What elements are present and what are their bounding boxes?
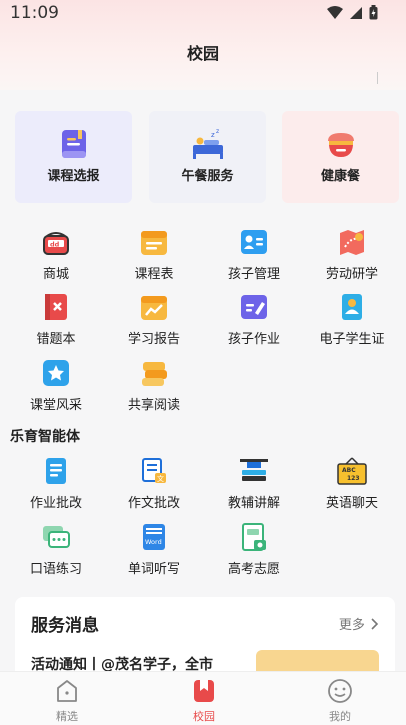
homework-icon — [241, 295, 267, 319]
top-cards: 课程选报 z z 午餐服务 健康餐 — [15, 111, 399, 203]
bottom-tab-bar: 精选 校园 我的 — [0, 671, 406, 725]
tab-label: 精选 — [56, 710, 78, 723]
student-id-icon — [342, 294, 362, 320]
college-application-icon — [242, 523, 266, 551]
grid-label: 商城 — [42, 267, 69, 282]
schedule-icon — [141, 231, 167, 255]
svg-text:Word: Word — [145, 538, 162, 546]
grid-label: 口语练习 — [29, 562, 82, 577]
tutoring-icon — [240, 459, 268, 481]
course-book-icon — [61, 130, 86, 158]
header-divider — [377, 72, 378, 84]
more-label: 更多 — [338, 618, 365, 633]
grid-label: 作业批改 — [29, 496, 82, 511]
mistake-book-icon — [45, 294, 67, 320]
status-icons — [327, 5, 378, 20]
grid-label: 劳动研学 — [325, 267, 378, 282]
svg-text:dd: dd — [50, 241, 60, 249]
classroom-style-icon — [43, 360, 69, 386]
english-chat-icon: ABC 123 — [337, 457, 367, 485]
svg-text:文: 文 — [157, 474, 164, 483]
grid-item-schedule[interactable]: 课程表 — [109, 227, 199, 285]
svg-text:z: z — [216, 128, 219, 135]
chevron-right-icon — [371, 618, 379, 630]
tab-label: 我的 — [329, 710, 351, 723]
oral-practice-icon — [43, 526, 70, 548]
homework-grading-icon — [46, 458, 66, 484]
grid-label: 电子学生证 — [319, 332, 385, 347]
home-icon — [57, 680, 77, 702]
lunch-service-icon: z z — [192, 128, 223, 159]
profile-smile-icon — [328, 679, 352, 703]
ai-item-oral-practice[interactable]: 口语练习 — [11, 522, 101, 580]
grid-label: 课堂风采 — [29, 398, 82, 413]
word-dictation-icon: Word — [143, 524, 165, 550]
labor-study-icon — [340, 230, 364, 255]
page-title: 校园 — [186, 44, 219, 63]
shared-reading-icon — [142, 362, 167, 386]
grid-item-study-report[interactable]: 学习报告 — [109, 292, 199, 350]
campus-icon — [194, 680, 214, 702]
card-lunch-service[interactable]: z z 午餐服务 — [149, 111, 266, 203]
ai-item-tutoring[interactable]: 教辅讲解 — [209, 456, 299, 514]
ai-item-college-application[interactable]: 高考志愿 — [209, 522, 299, 580]
grid-label: 错题本 — [36, 332, 76, 347]
ai-item-essay-grading[interactable]: 文 作文批改 — [109, 456, 199, 514]
grid-label: 学习报告 — [127, 332, 180, 347]
more-link[interactable]: 更多 — [339, 614, 379, 633]
wifi-icon — [327, 5, 343, 19]
grid-label: 教辅讲解 — [227, 496, 280, 511]
grid-label: 课程表 — [134, 267, 174, 282]
service-messages-title: 服务消息 — [31, 616, 99, 636]
grid-label: 孩子管理 — [227, 267, 280, 282]
ai-item-word-dictation[interactable]: Word 单词听写 — [109, 522, 199, 580]
section-title-ai: 乐育智能体 — [10, 429, 80, 445]
grid-item-mistake-book[interactable]: 错题本 — [11, 292, 101, 350]
grid-item-mall[interactable]: dd 商城 — [11, 227, 101, 285]
card-label: 午餐服务 — [181, 169, 234, 184]
study-report-icon — [141, 296, 167, 320]
svg-text:ABC: ABC — [342, 467, 356, 474]
grid-label: 孩子作业 — [227, 332, 280, 347]
card-label: 健康餐 — [320, 169, 360, 184]
card-label: 课程选报 — [47, 169, 100, 184]
grid-item-labor-study[interactable]: 劳动研学 — [307, 227, 397, 285]
grid-label: 单词听写 — [127, 562, 180, 577]
status-time: 11:09 — [10, 3, 59, 23]
card-health-meal[interactable]: 健康餐 — [282, 111, 399, 203]
grid-item-homework[interactable]: 孩子作业 — [209, 292, 299, 350]
signal-icon — [350, 6, 362, 19]
grid-label: 作文批改 — [127, 496, 180, 511]
health-meal-icon — [327, 133, 354, 157]
tab-label: 校园 — [193, 710, 215, 723]
status-bar: 11:09 — [0, 0, 406, 28]
child-management-icon — [241, 230, 267, 254]
tab-featured[interactable]: 精选 — [27, 672, 107, 725]
ai-item-english-chat[interactable]: ABC 123 英语聊天 — [307, 456, 397, 514]
grid-item-classroom-style[interactable]: 课堂风采 — [11, 358, 101, 416]
svg-text:123: 123 — [347, 475, 360, 482]
card-course-selection[interactable]: 课程选报 — [15, 111, 132, 203]
svg-text:z: z — [211, 131, 215, 139]
essay-grading-icon: 文 — [142, 458, 166, 483]
grid-label: 共享阅读 — [127, 398, 180, 413]
mall-icon: dd — [43, 232, 69, 255]
ai-item-homework-grading[interactable]: 作业批改 — [11, 456, 101, 514]
header: 11:09 校园 — [0, 0, 406, 90]
grid-item-shared-reading[interactable]: 共享阅读 — [109, 358, 199, 416]
grid-label: 英语聊天 — [325, 496, 378, 511]
tab-campus[interactable]: 校园 — [164, 672, 244, 725]
battery-icon — [369, 5, 378, 20]
grid-item-child-management[interactable]: 孩子管理 — [209, 227, 299, 285]
grid-label: 高考志愿 — [227, 562, 280, 577]
grid-item-student-id[interactable]: 电子学生证 — [307, 292, 397, 350]
tab-mine[interactable]: 我的 — [300, 672, 380, 725]
